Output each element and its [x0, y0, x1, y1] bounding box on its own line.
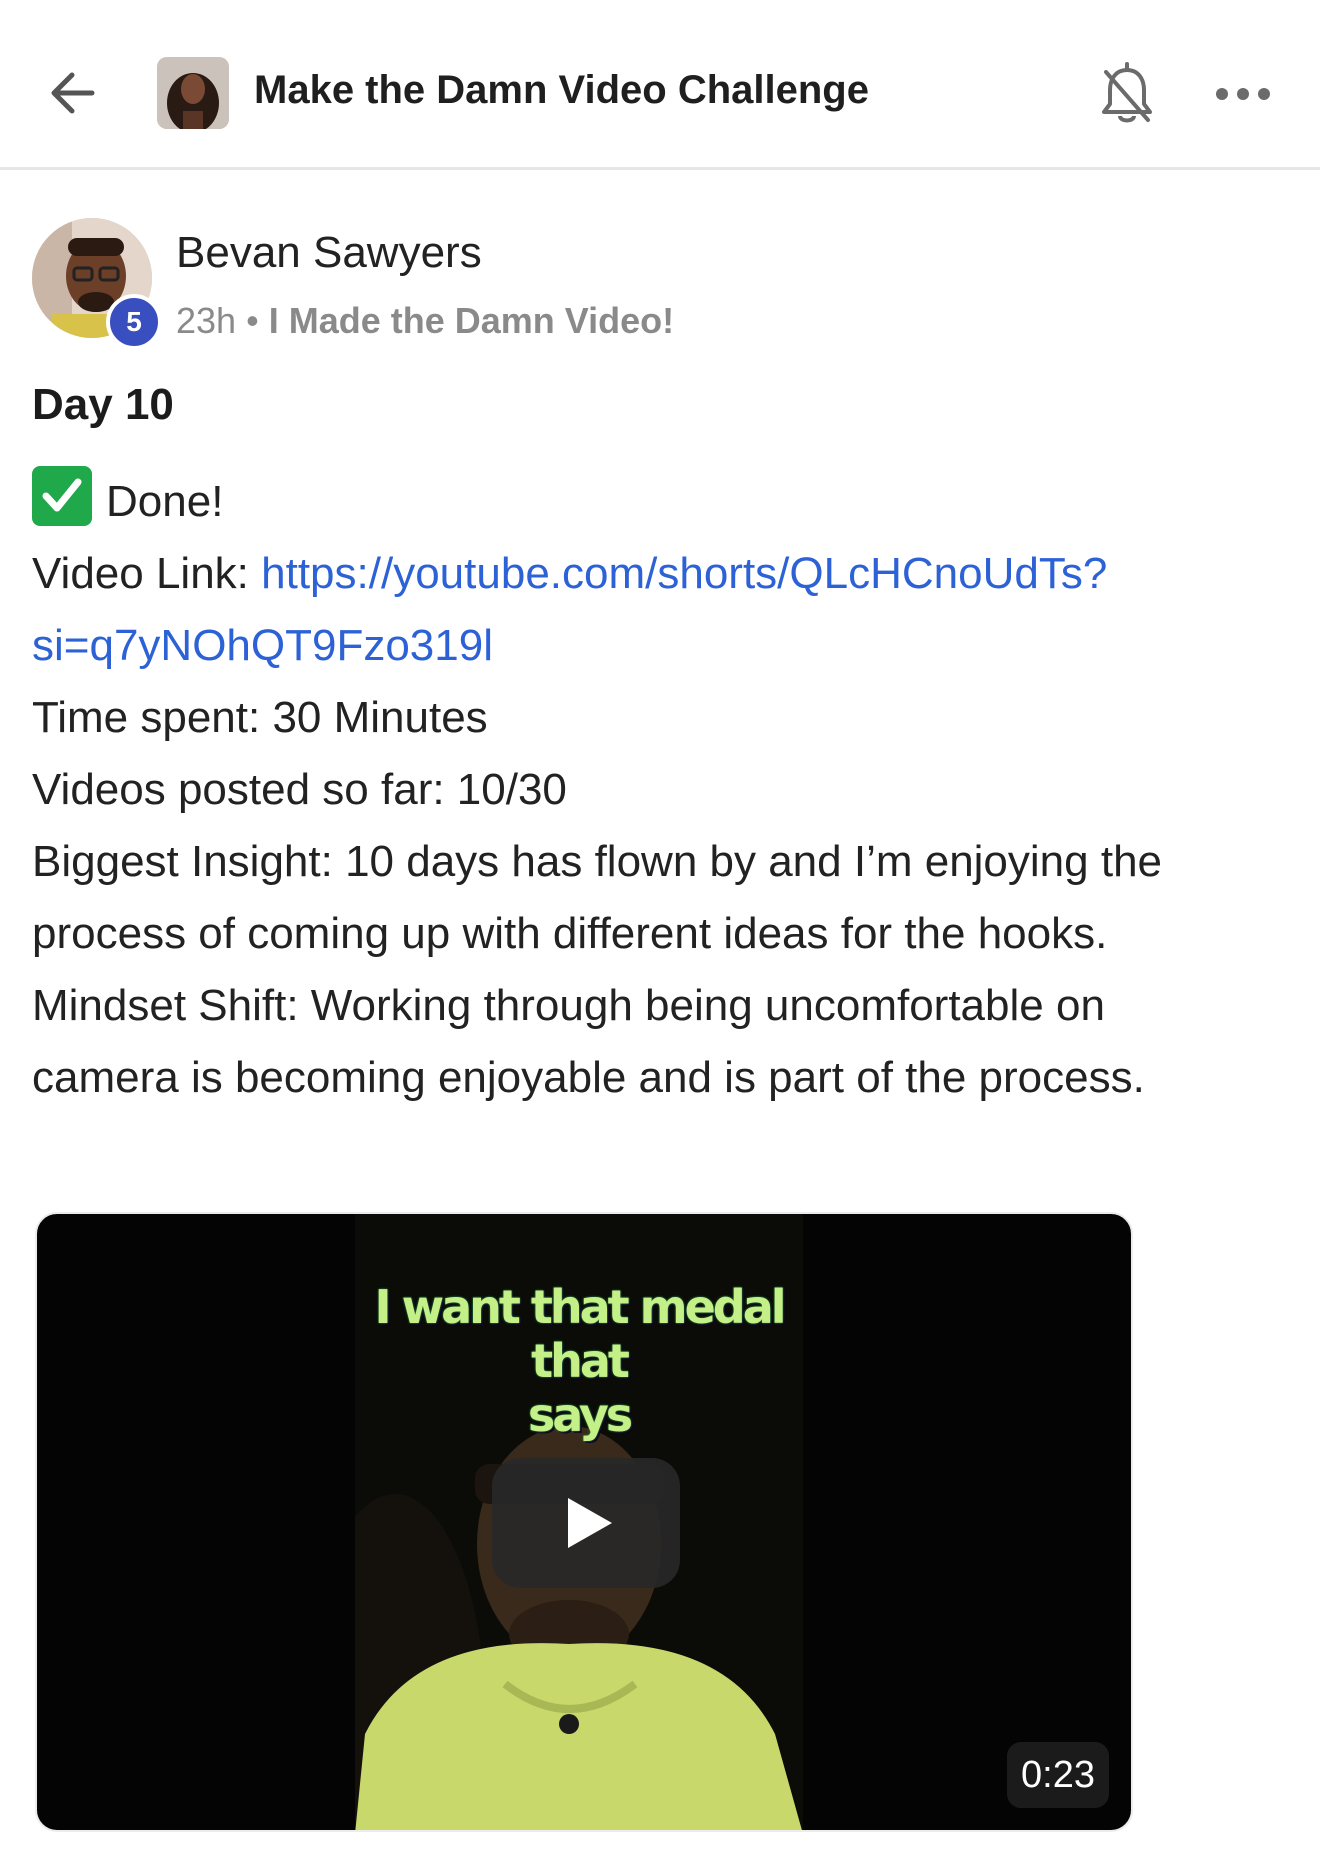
- post-time: 23h: [176, 300, 237, 341]
- meta-separator: •: [246, 300, 259, 341]
- level-badge: 5: [106, 294, 162, 350]
- time-spent: Time spent: 30 Minutes: [32, 693, 488, 742]
- group-avatar[interactable]: [157, 57, 229, 129]
- more-icon: [1216, 88, 1270, 100]
- insight-line-1: Biggest Insight: 10 days has flown by an…: [32, 837, 1163, 886]
- video-caption: I want that medal that says: [355, 1280, 803, 1442]
- post-meta: 23h • I Made the Damn Video!: [176, 300, 674, 342]
- video-link[interactable]: https://youtube.com/shorts/QLcHCnoUdTs?: [261, 549, 1107, 598]
- bell-off-icon: [1102, 62, 1152, 123]
- top-bar: Make the Damn Video Challenge: [0, 0, 1320, 170]
- mindset-line-2: camera is becoming enjoyable and is part…: [32, 1053, 1145, 1102]
- post-title: Day 10: [32, 380, 174, 429]
- group-title: Make the Damn Video Challenge: [254, 68, 869, 112]
- done-line: Done!: [32, 466, 1282, 538]
- video-duration: 0:23: [1007, 1742, 1109, 1808]
- back-arrow-icon: [51, 72, 95, 114]
- caption-line-1: I want that medal that: [374, 1280, 786, 1388]
- video-embed[interactable]: I want that medal that says 0:23: [35, 1212, 1133, 1832]
- mindset-line-1: Mindset Shift: Working through being unc…: [32, 981, 1105, 1030]
- videos-posted: Videos posted so far: 10/30: [32, 765, 567, 814]
- video-link-line: Video Link: https://youtube.com/shorts/Q…: [32, 538, 1282, 610]
- back-button[interactable]: [40, 58, 110, 128]
- done-text: Done!: [106, 477, 224, 526]
- post-body: Done! Video Link: https://youtube.com/sh…: [32, 466, 1282, 1114]
- post-category[interactable]: I Made the Damn Video!: [269, 300, 674, 341]
- video-link-continued[interactable]: si=q7yNOhQT9Fzo319l: [32, 621, 493, 670]
- play-icon: [568, 1498, 612, 1548]
- notifications-button[interactable]: [1098, 62, 1156, 128]
- video-link-label: Video Link:: [32, 549, 262, 598]
- more-options-button[interactable]: [1212, 70, 1274, 118]
- caption-line-2: says: [527, 1388, 633, 1442]
- author-name[interactable]: Bevan Sawyers: [176, 228, 482, 278]
- insight-line-2: process of coming up with different idea…: [32, 909, 1108, 958]
- play-button[interactable]: [492, 1458, 680, 1588]
- check-mark-icon: [32, 466, 92, 526]
- video-link-line-2: si=q7yNOhQT9Fzo319l: [32, 610, 1282, 682]
